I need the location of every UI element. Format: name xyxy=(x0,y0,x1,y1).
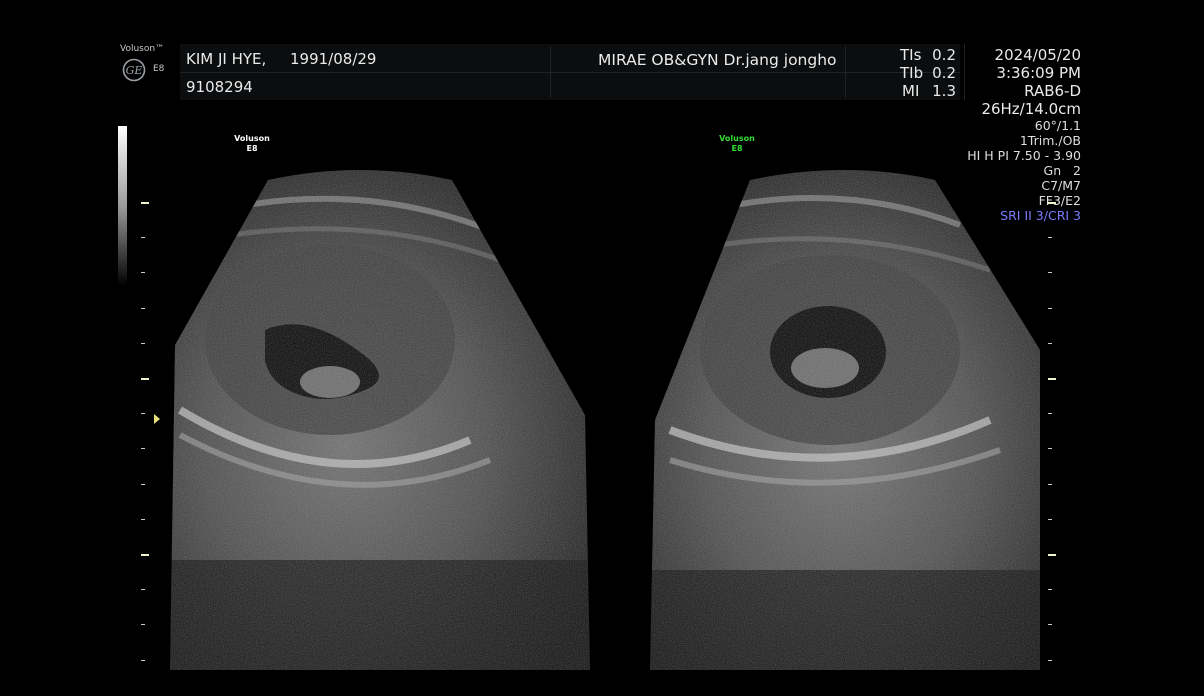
tis-label: TIs xyxy=(900,46,922,64)
preset-param: 1Trim./OB xyxy=(1019,133,1081,148)
left-pane-model: E8 xyxy=(246,144,258,153)
patient-id: 9108294 xyxy=(186,78,253,96)
angle-param: 60°/1.1 xyxy=(1034,118,1081,133)
depth-tick xyxy=(141,589,145,591)
depth-tick xyxy=(141,413,145,415)
left-pane-brand: Voluson xyxy=(234,134,270,143)
svg-text:GE: GE xyxy=(126,64,143,77)
depth-tick xyxy=(141,659,145,661)
patient-header: KIM JI HYE, 1991/08/29 9108294 MIRAE OB&… xyxy=(180,44,960,100)
device-model: E8 xyxy=(153,64,165,74)
depth-tick xyxy=(141,202,149,204)
prf-param: HI H PI 7.50 - 3.90 xyxy=(967,148,1081,163)
depth-tick xyxy=(141,554,149,556)
depth-tick xyxy=(141,307,145,309)
depth-tick xyxy=(141,342,145,344)
depth-tick xyxy=(141,448,145,450)
clinic-label: MIRAE OB&GYN Dr.jang jongho xyxy=(598,51,837,69)
right-pane-brand: Voluson xyxy=(719,134,755,143)
depth-tick xyxy=(141,624,145,626)
exam-date: 2024/05/20 xyxy=(994,46,1081,64)
mi-label: MI xyxy=(902,82,920,100)
right-pane-model: E8 xyxy=(731,144,743,153)
right-pane-label: Voluson E8 xyxy=(715,134,759,154)
exam-time: 3:36:09 PM xyxy=(996,64,1081,82)
ultrasound-image-left xyxy=(170,170,590,670)
voluson-logo: Voluson™ GE E8 xyxy=(120,44,172,84)
freq-depth: 26Hz/14.0cm xyxy=(981,100,1081,118)
probe-name: RAB6-D xyxy=(1024,82,1081,100)
device-brand: Voluson™ xyxy=(120,44,165,54)
patient-dob: 1991/08/29 xyxy=(290,50,377,68)
depth-tick xyxy=(141,237,145,239)
depth-tick xyxy=(141,378,149,380)
tib-label: TIb xyxy=(900,64,924,82)
depth-tick xyxy=(141,518,145,520)
depth-tick xyxy=(141,272,145,274)
ge-logo-icon: GE xyxy=(122,58,146,82)
left-pane-label: Voluson E8 xyxy=(230,134,274,154)
depth-ruler-left xyxy=(141,202,149,662)
patient-name: KIM JI HYE, xyxy=(186,50,267,68)
depth-tick xyxy=(141,483,145,485)
grayscale-bar xyxy=(118,126,127,286)
ultrasound-image-right xyxy=(650,170,1040,670)
